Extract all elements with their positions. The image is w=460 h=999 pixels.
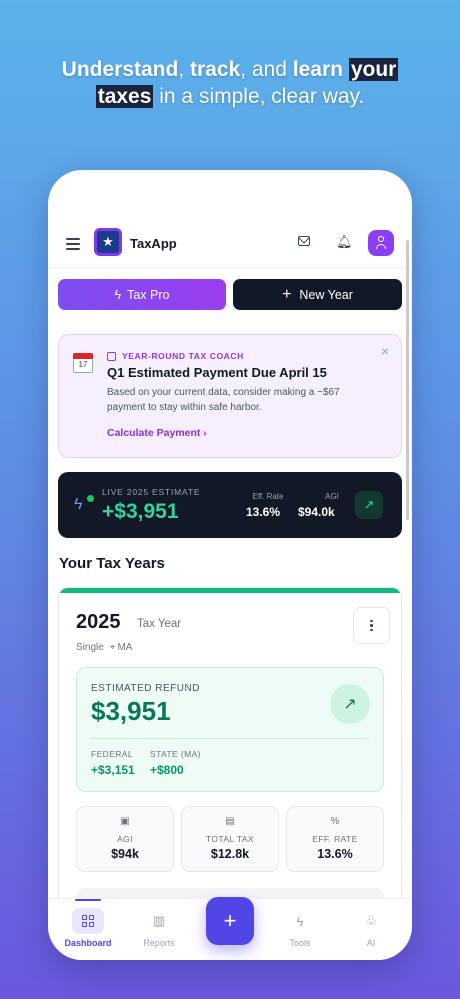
phone-frame: ★ TaxApp 🔔︎ ϟ Tax Pro + New Year 17 YEAR…	[48, 170, 412, 960]
chevron-right-icon: ›	[203, 427, 207, 439]
live-indicator	[87, 495, 94, 502]
eff-rate-value: 13.6%	[246, 505, 281, 519]
tab-dashboard[interactable]: Dashboard	[53, 899, 123, 948]
more-options-button[interactable]	[353, 607, 390, 644]
wallet-icon: ▣	[120, 816, 130, 827]
bolt-icon: ϟ	[296, 913, 304, 929]
close-icon[interactable]: ×	[381, 343, 389, 359]
state-label: STATE (MA)	[150, 749, 201, 759]
tax-year-label: Tax Year	[137, 618, 182, 630]
location-pin-icon: ⌖	[109, 642, 116, 653]
coach-body: Based on your current data, consider mak…	[107, 387, 340, 413]
stat-eff-rate: % EFF. RATE 13.6%	[286, 806, 384, 872]
marketing-headline: Understand, track, and learn your taxes …	[61, 58, 399, 108]
stat-total-tax: ▤ TOTAL TAX $12.8k	[181, 806, 279, 872]
stat-agi: ▣ AGI $94k	[76, 806, 174, 872]
bolt-icon: ϟ	[74, 496, 83, 513]
document-icon: ▤	[225, 816, 235, 827]
agi-value: $94.0k	[298, 505, 335, 519]
federal-label: FEDERAL	[91, 749, 134, 759]
tab-reports[interactable]: ▥ Reports	[124, 899, 194, 948]
refund-value: $3,951	[91, 696, 171, 726]
tax-coach-card: 17 YEAR-ROUND TAX COACH Q1 Estimated Pay…	[58, 334, 402, 458]
mail-icon[interactable]	[298, 236, 310, 246]
calendar-icon: 17	[73, 353, 93, 373]
bolt-icon: ϟ	[114, 287, 122, 302]
live-estimate-card[interactable]: ϟ LIVE 2025 ESTIMATE +$3,951 Eff. Rate 1…	[58, 472, 402, 538]
live-estimate-label: LIVE 2025 ESTIMATE	[102, 487, 201, 497]
trending-up-icon: ↗	[330, 684, 370, 724]
coach-kicker: YEAR-ROUND TAX COACH	[107, 351, 244, 361]
grid-icon	[72, 908, 104, 934]
filing-info: Single ⌖ MA	[76, 642, 133, 653]
calculate-payment-link[interactable]: Calculate Payment ›	[107, 427, 207, 439]
status-bar	[59, 588, 401, 593]
federal-value: +$3,151	[91, 763, 135, 777]
coach-title: Q1 Estimated Payment Due April 15	[107, 365, 327, 380]
refund-label: ESTIMATED REFUND	[91, 683, 200, 694]
calendar-small-icon	[107, 351, 116, 361]
tab-ai[interactable]: ♧ AI	[336, 899, 406, 948]
scrollbar[interactable]	[406, 240, 409, 520]
tax-year: 2025	[76, 611, 121, 633]
divider	[91, 738, 369, 739]
eff-rate-label: Eff. Rate	[252, 492, 284, 501]
plus-icon: +	[282, 285, 292, 303]
add-button[interactable]: +	[206, 897, 254, 945]
trending-up-icon: ↗	[355, 491, 383, 519]
user-icon[interactable]	[368, 230, 394, 256]
live-estimate-value: +$3,951	[102, 500, 179, 523]
app-logo: ★	[94, 228, 122, 256]
tax-pro-button[interactable]: ϟ Tax Pro	[58, 279, 226, 310]
section-title: Your Tax Years	[59, 555, 165, 572]
tax-year-card[interactable]: 2025 Tax Year Single ⌖ MA ESTIMATED REFU…	[58, 587, 402, 917]
agi-label: AGI	[325, 492, 339, 501]
percent-icon: %	[330, 816, 340, 827]
state-value: +$800	[150, 763, 184, 777]
menu-icon[interactable]	[66, 238, 80, 253]
estimated-refund-panel: ESTIMATED REFUND $3,951 ↗ FEDERAL +$3,15…	[76, 667, 384, 792]
new-year-button[interactable]: + New Year	[233, 279, 402, 310]
app-header: ★ TaxApp 🔔︎	[48, 170, 412, 268]
tab-tools[interactable]: ϟ Tools	[265, 899, 335, 949]
brain-icon: ♧	[365, 913, 377, 928]
bell-icon[interactable]: 🔔︎	[336, 234, 353, 250]
bar-chart-icon: ▥	[152, 913, 166, 928]
app-title: TaxApp	[130, 236, 177, 251]
